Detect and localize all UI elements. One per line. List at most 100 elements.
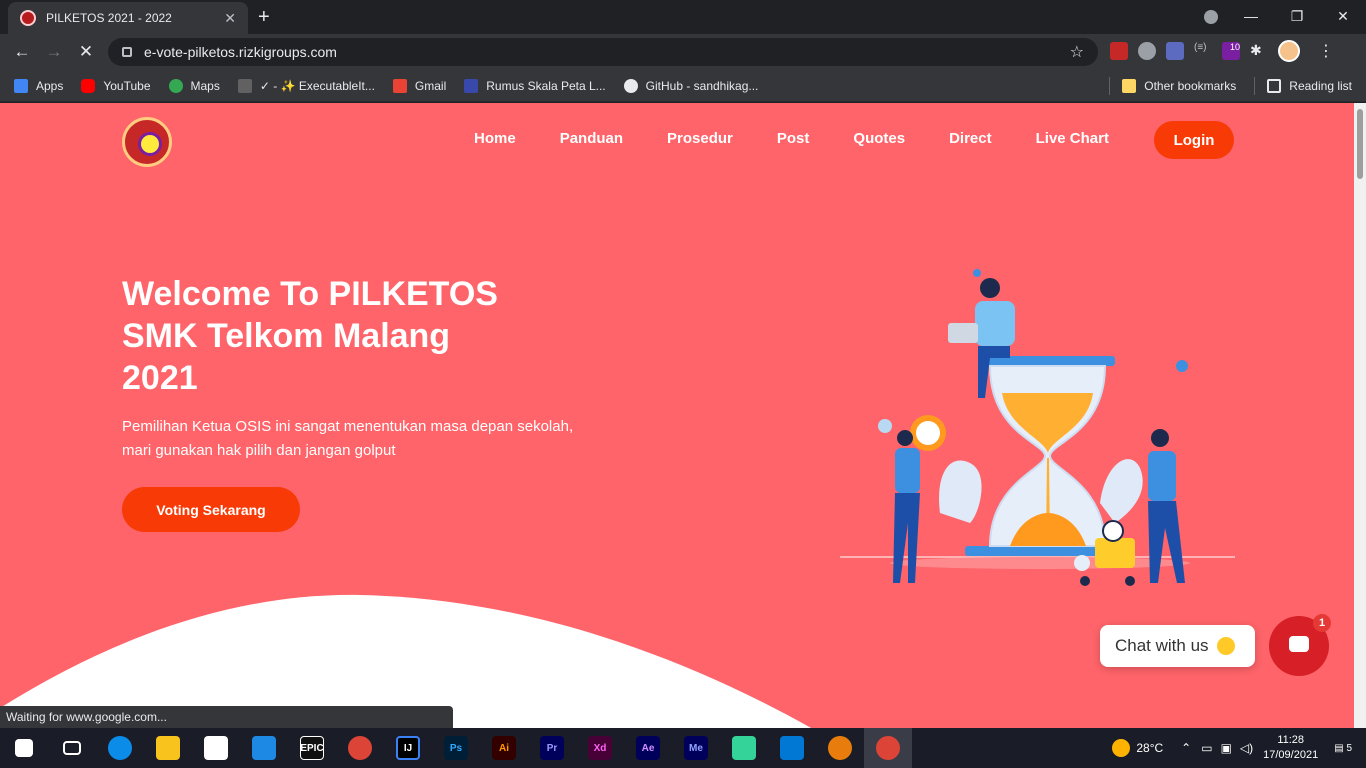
battery-icon[interactable]: ▭: [1201, 741, 1212, 755]
network-icon[interactable]: ▣: [1221, 741, 1232, 755]
taskbar-media-encoder[interactable]: Me: [672, 728, 720, 768]
extension-icon[interactable]: [1166, 42, 1184, 60]
chat-unread-badge: 1: [1313, 614, 1331, 632]
bookmark-executable[interactable]: ✓ - ✨ ExecutableIt...: [237, 78, 375, 93]
taskbar-premiere[interactable]: Pr: [528, 728, 576, 768]
address-bar[interactable]: e-vote-pilketos.rizkigroups.com ☆: [108, 38, 1098, 66]
chevron-up-icon[interactable]: ⌃: [1181, 741, 1191, 755]
hero-title-line: 2021: [122, 359, 198, 397]
windows-taskbar: EPIC IJ Ps Ai Pr Xd Ae Me 28°C ⌃ ▭ ▣ ◁) …: [0, 728, 1366, 768]
school-logo[interactable]: [122, 117, 172, 167]
back-icon[interactable]: ←: [6, 42, 38, 62]
tab-search-icon[interactable]: [1204, 10, 1218, 24]
taskbar-github-desktop[interactable]: [720, 728, 768, 768]
taskbar-vscode[interactable]: [768, 728, 816, 768]
nav-post[interactable]: Post: [777, 130, 810, 147]
voting-now-button[interactable]: Voting Sekarang: [122, 487, 300, 532]
nav-live-chart[interactable]: Live Chart: [1036, 130, 1109, 147]
nav-direct[interactable]: Direct: [949, 130, 992, 147]
bookmark-maps[interactable]: Maps: [168, 78, 220, 93]
bookmark-github[interactable]: GitHub - sandhikag...: [623, 78, 758, 93]
start-button[interactable]: [0, 728, 48, 768]
gmail-icon: [392, 78, 407, 93]
bookmark-star-icon[interactable]: ☆: [1070, 42, 1084, 62]
taskbar-intellij[interactable]: IJ: [384, 728, 432, 768]
extension-icon[interactable]: [1138, 42, 1156, 60]
taskbar-blender[interactable]: [816, 728, 864, 768]
new-tab-button[interactable]: +: [258, 6, 270, 29]
restore-icon[interactable]: ❐: [1274, 8, 1320, 25]
puzzle-icon[interactable]: ✱: [1250, 42, 1268, 60]
temperature[interactable]: 28°C: [1136, 741, 1163, 755]
nav-home[interactable]: Home: [474, 130, 516, 147]
store-icon: [204, 736, 228, 760]
clock[interactable]: 11:28 17/09/2021: [1263, 733, 1318, 763]
minimize-icon[interactable]: —: [1228, 8, 1274, 24]
taskbar-photoshop[interactable]: Ps: [432, 728, 480, 768]
taskbar-chrome[interactable]: [336, 728, 384, 768]
bookmark-apps[interactable]: Apps: [14, 78, 63, 93]
scrollbar-thumb[interactable]: [1357, 109, 1363, 179]
github-desktop-icon: [732, 736, 756, 760]
extensions-area: (≡) 10 ✱ ⋮: [1110, 40, 1334, 62]
nav-quotes[interactable]: Quotes: [853, 130, 905, 147]
taskbar-illustrator[interactable]: Ai: [480, 728, 528, 768]
taskbar-mail[interactable]: [240, 728, 288, 768]
maps-icon: [168, 78, 183, 93]
bookmark-favicon-icon: [237, 78, 252, 93]
taskbar-explorer[interactable]: [144, 728, 192, 768]
system-tray: 28°C ⌃ ▭ ▣ ◁) 11:28 17/09/2021 ▤ 5: [1112, 728, 1366, 768]
menu-icon[interactable]: ⋮: [1318, 41, 1334, 61]
taskbar-xd[interactable]: Xd: [576, 728, 624, 768]
chat-with-us-prompt[interactable]: Chat with us: [1100, 625, 1255, 667]
after-effects-icon: Ae: [636, 736, 660, 760]
weather-icon[interactable]: [1112, 739, 1131, 757]
clock-time: 11:28: [1277, 734, 1305, 746]
clock-date: 17/09/2021: [1263, 749, 1319, 761]
taskbar-edge[interactable]: [96, 728, 144, 768]
chrome-profile-icon: [876, 736, 900, 760]
bookmark-youtube[interactable]: YouTube: [81, 78, 151, 93]
login-button[interactable]: Login: [1154, 121, 1234, 159]
hero-subtitle-line: mari gunakan hak pilih dan jangan golput: [122, 442, 396, 459]
taskbar-store[interactable]: [192, 728, 240, 768]
web-page: Home Panduan Prosedur Post Quotes Direct…: [0, 103, 1354, 728]
url-text[interactable]: e-vote-pilketos.rizkigroups.com: [144, 44, 1070, 60]
taskbar-epic[interactable]: EPIC: [288, 728, 336, 768]
lock-icon[interactable]: [122, 47, 132, 57]
premiere-icon: Pr: [540, 736, 564, 760]
task-view-button[interactable]: [48, 728, 96, 768]
notifications-icon[interactable]: ▤ 5: [1334, 743, 1352, 754]
task-view-icon: [63, 741, 81, 755]
close-tab-icon[interactable]: ✕: [224, 10, 236, 27]
window-controls: — ❐ ✕: [1228, 0, 1366, 32]
profile-avatar[interactable]: [1278, 40, 1300, 62]
vscode-icon: [780, 736, 804, 760]
photoshop-icon: Ps: [444, 736, 468, 760]
other-bookmarks[interactable]: Other bookmarks: [1122, 79, 1236, 93]
page-scrollbar[interactable]: [1354, 103, 1366, 728]
forward-icon[interactable]: →: [38, 42, 70, 62]
browser-tab[interactable]: PILKETOS 2021 - 2022 ✕: [8, 2, 248, 34]
extension-badge-icon[interactable]: 10: [1222, 42, 1240, 60]
nav-panduan[interactable]: Panduan: [560, 130, 623, 147]
media-encoder-icon: Me: [684, 736, 708, 760]
hero-title-line: SMK Telkom Malang: [122, 317, 451, 355]
edge-icon: [108, 736, 132, 760]
taskbar-after-effects[interactable]: Ae: [624, 728, 672, 768]
bookmark-gmail[interactable]: Gmail: [392, 78, 446, 93]
close-window-icon[interactable]: ✕: [1320, 8, 1366, 25]
reading-list[interactable]: Reading list: [1267, 79, 1352, 93]
reading-list-icon: [1267, 79, 1282, 93]
hero-subtitle: Pemilihan Ketua OSIS ini sangat menentuk…: [122, 415, 592, 463]
volume-icon[interactable]: ◁): [1240, 741, 1253, 755]
status-bubble: Waiting for www.google.com...: [0, 706, 453, 728]
bookmark-rumus[interactable]: Rumus Skala Peta L...: [464, 78, 606, 93]
extension-icon[interactable]: [1110, 42, 1128, 60]
chat-label: Chat with us: [1115, 636, 1209, 655]
bookmarks-right: Other bookmarks Reading list: [1109, 70, 1352, 102]
nav-prosedur[interactable]: Prosedur: [667, 130, 733, 147]
extension-icon[interactable]: (≡): [1194, 42, 1212, 60]
taskbar-chrome-active[interactable]: [864, 728, 912, 768]
stop-loading-icon[interactable]: ✕: [70, 42, 102, 62]
